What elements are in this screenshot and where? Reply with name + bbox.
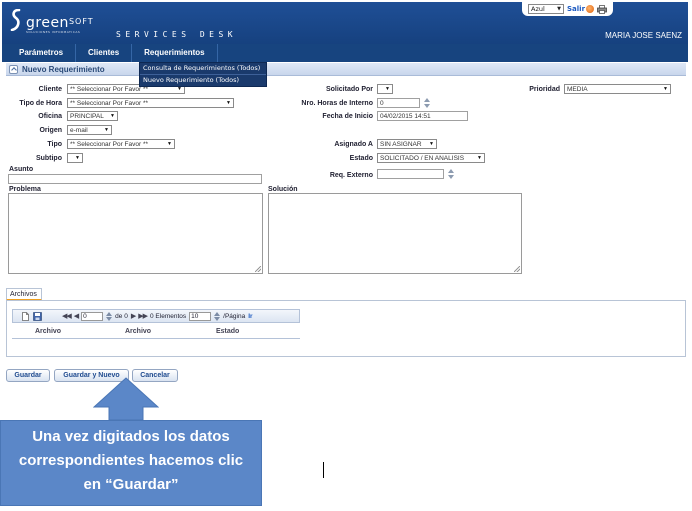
print-icon[interactable] (597, 4, 607, 14)
chevron-down-icon: ▼ (110, 113, 115, 119)
chevron-down-icon: ▼ (226, 100, 231, 106)
req-externo-input[interactable] (377, 169, 444, 179)
logout-link[interactable]: Salir (567, 5, 595, 13)
asignado-a-label: Asignado A (334, 141, 373, 148)
origen-label: Origen (39, 127, 62, 134)
horas-spinner-icon[interactable] (423, 98, 431, 108)
logo-mark-icon (10, 9, 21, 31)
archivos-toolbar: ◀◀ ◀ 0 de 0 ▶ ▶▶ 0 Elementos 10 /Página … (12, 309, 300, 323)
go-link[interactable]: Ir (248, 313, 252, 320)
cliente-label: Cliente (38, 86, 62, 93)
chevron-down-icon: ▼ (167, 141, 172, 147)
page-size-spinner-icon[interactable] (214, 311, 221, 321)
req-externo-label: Req. Externo (329, 172, 373, 179)
solucion-label: Solución (268, 186, 298, 193)
dropdown-item-consulta[interactable]: Consulta de Requerimientos (Todos) (140, 63, 266, 74)
column-header-archivo-2[interactable]: Archivo (125, 328, 151, 335)
theme-select[interactable]: Azul ▼ (528, 4, 564, 14)
column-header-archivo[interactable]: Archivo (35, 328, 61, 335)
page-title: Nuevo Requerimiento (22, 64, 105, 74)
chevron-down-icon: ▼ (104, 127, 109, 133)
main-menu: Parámetros Clientes Requerimientos (2, 44, 688, 62)
oficina-select[interactable]: PRINCIPAL ▼ (67, 111, 118, 121)
new-file-icon[interactable] (21, 311, 30, 321)
fecha-inicio-input[interactable]: 04/02/2015 14:51 (377, 111, 468, 121)
page-number-input[interactable]: 0 (81, 311, 104, 321)
solucion-textarea[interactable] (268, 193, 522, 274)
dropdown-item-nuevo[interactable]: Nuevo Requerimiento (Todos) (140, 74, 266, 86)
estado-label: Estado (349, 155, 373, 162)
text-cursor (323, 462, 324, 478)
table-divider (12, 338, 300, 339)
menu-item-clientes[interactable]: Clientes (76, 44, 133, 62)
asignado-a-select[interactable]: SIN ASIGNAR ▼ (377, 139, 437, 149)
estado-select[interactable]: SOLICITADO / EN ANALISIS ▼ (377, 153, 485, 163)
chevron-down-icon: ▼ (75, 155, 80, 161)
subtipo-select[interactable]: ▼ (67, 153, 83, 163)
resize-grip-icon[interactable] (514, 266, 520, 272)
resize-grip-icon[interactable] (255, 266, 261, 272)
save-button[interactable]: Guardar (6, 369, 50, 382)
prev-page-icon[interactable]: ◀ (74, 312, 79, 320)
per-page-label: /Página (223, 312, 246, 320)
chevron-down-icon: ▼ (557, 6, 561, 12)
tipo-hora-select[interactable]: ** Seleccionar Por Favor ** ▼ (67, 98, 234, 108)
tipo-select[interactable]: ** Seleccionar Por Favor ** ▼ (67, 139, 175, 149)
page-spinner-icon[interactable] (106, 311, 113, 321)
solicitado-por-select[interactable]: ▼ (377, 84, 393, 94)
column-header-estado[interactable]: Estado (216, 328, 239, 335)
save-icon[interactable] (33, 311, 42, 321)
archivos-panel: ◀◀ ◀ 0 de 0 ▶ ▶▶ 0 Elementos 10 /Página … (6, 300, 686, 357)
prioridad-label: Prioridad (529, 86, 560, 93)
callout-line-3: en “Guardar” (83, 476, 179, 493)
elements-count: 0 Elementos (150, 312, 187, 320)
logout-icon (586, 5, 595, 13)
callout-arrow-icon (93, 377, 159, 421)
tipo-hora-label: Tipo de Hora (19, 100, 62, 107)
problema-label: Problema (9, 186, 41, 193)
horas-interno-label: Nro. Horas de Interno (301, 100, 373, 107)
section-header: Nuevo Requerimiento (6, 63, 686, 76)
page-of-label: de 0 (115, 312, 128, 320)
solicitado-por-label: Solicitado Por (325, 86, 373, 93)
next-page-icon[interactable]: ▶ (131, 312, 136, 320)
tipo-label: Tipo (47, 141, 62, 148)
last-page-icon[interactable]: ▶▶ (138, 312, 148, 320)
user-name: MARIA JOSE SAENZ (605, 31, 682, 40)
horas-interno-input[interactable]: 0 (377, 98, 420, 108)
app-title: SERVICES DESK (116, 30, 238, 39)
asunto-label: Asunto (9, 166, 34, 173)
req-externo-spinner-icon[interactable] (447, 169, 455, 179)
chevron-down-icon: ▼ (477, 155, 482, 161)
chevron-down-icon: ▼ (663, 86, 668, 92)
collapse-icon[interactable] (9, 64, 18, 74)
logo-text: greenSOFT (26, 15, 94, 31)
oficina-label: Oficina (38, 113, 62, 120)
origen-select[interactable]: e-mail ▼ (67, 125, 112, 135)
prioridad-select[interactable]: MEDIA ▼ (564, 84, 671, 94)
requerimientos-dropdown: Consulta de Requerimientos (Todos) Nuevo… (139, 62, 267, 87)
asunto-input[interactable] (8, 174, 262, 184)
callout-line-1: Una vez digitados los datos (32, 428, 230, 445)
chevron-down-icon: ▼ (385, 86, 390, 92)
page-size-input[interactable]: 10 (189, 311, 212, 321)
callout-line-2: correspondientes hacemos clic (18, 452, 244, 469)
menu-item-parametros[interactable]: Parámetros (2, 44, 77, 62)
subtipo-label: Subtipo (35, 155, 62, 162)
chevron-down-icon: ▼ (429, 141, 434, 147)
logo-tagline: SOLUCIONES INFORMATICAS (26, 30, 81, 34)
fecha-inicio-label: Fecha de Inicio (322, 113, 373, 120)
menu-item-requerimientos[interactable]: Requerimientos (132, 44, 218, 62)
first-page-icon[interactable]: ◀◀ (62, 312, 72, 320)
top-utility-bar: Azul ▼ Salir (522, 2, 614, 16)
instruction-callout: Una vez digitados los datos correspondie… (0, 420, 262, 506)
problema-textarea[interactable] (8, 193, 263, 274)
